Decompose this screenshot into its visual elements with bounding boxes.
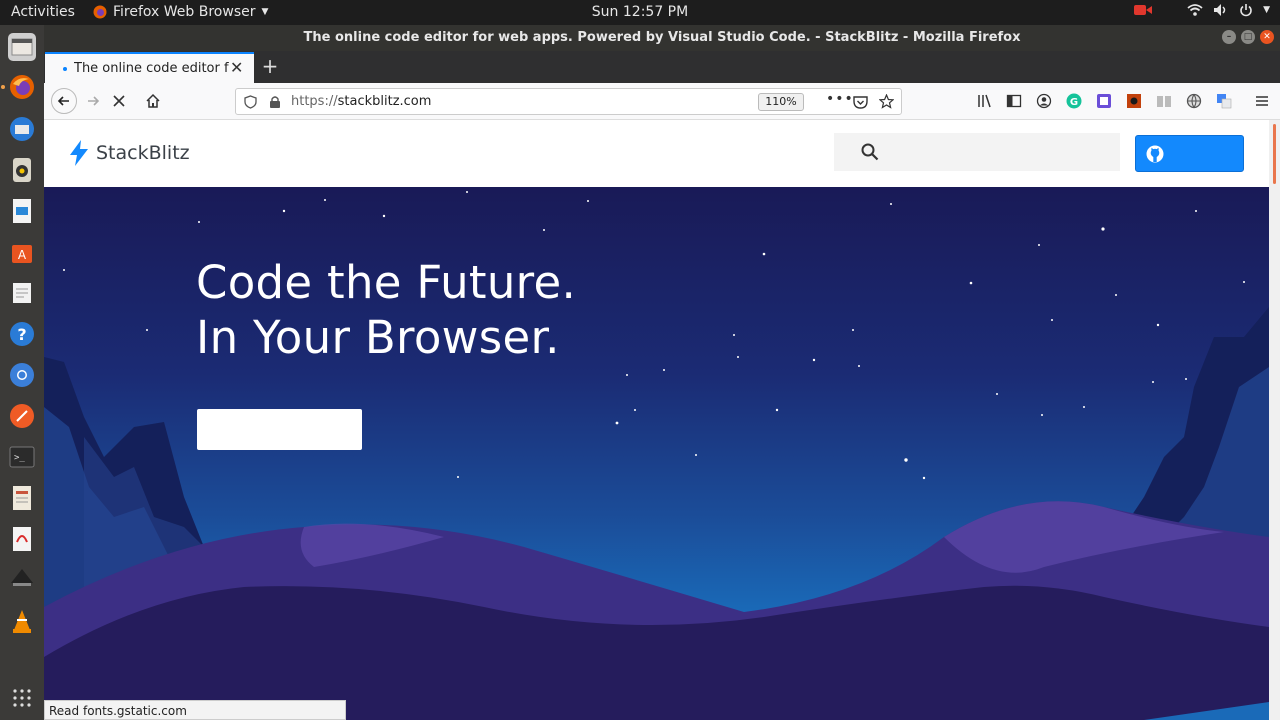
software-center-icon[interactable]: A [8,238,36,266]
url-bar[interactable]: https://stackblitz.com 110% ••• [235,88,902,115]
system-tray[interactable]: ▼ [1133,3,1270,17]
screen-record-icon [1134,5,1153,15]
lock-icon[interactable] [269,95,281,109]
back-button[interactable] [51,88,77,114]
files-icon[interactable] [8,33,36,61]
clock[interactable]: Sun 12:57 PM [592,4,688,20]
page-actions-icon[interactable]: ••• [826,91,854,107]
dock: A ? >_ [0,25,44,720]
maximize-button[interactable]: □ [1241,30,1255,44]
page-scrollbar[interactable] [1269,120,1280,720]
hero-headline: Code the Future. In Your Browser. [196,255,576,365]
github-signin-button[interactable] [1135,135,1244,172]
grammarly-icon[interactable]: G [1066,93,1082,109]
thunderbird-icon[interactable] [8,115,36,143]
power-icon [1240,4,1252,17]
help-icon[interactable]: ? [8,320,36,348]
firefox-icon [93,5,107,19]
inkscape-icon[interactable] [8,566,36,594]
headline-line-1: Code the Future. [196,256,577,309]
chevron-down-icon: ▼ [261,7,269,17]
window-title: The online code editor for web apps. Pow… [303,30,1021,45]
url-scheme: https:// [291,94,338,109]
pdf-editor-icon[interactable] [8,525,36,553]
writer-icon[interactable] [8,197,36,225]
hamburger-menu-icon[interactable] [1254,93,1270,109]
system-top-bar: Activities Firefox Web Browser ▼ Sun 12:… [0,0,1280,25]
firefox-dock-icon[interactable] [8,73,36,101]
text-editor-icon[interactable] [8,279,36,307]
scrollbar-thumb[interactable] [1273,124,1276,184]
chevron-down-icon: ▼ [1263,5,1270,15]
chromium-icon[interactable] [8,361,36,389]
library-icon[interactable] [976,93,992,109]
arrow-right-icon [88,96,100,106]
svg-text:>_: >_ [14,453,25,463]
loading-dot-icon [63,67,67,71]
status-bar: Read fonts.gstatic.com [44,700,346,720]
extension-orange-icon[interactable] [1126,93,1142,109]
stop-loading-button[interactable] [108,90,130,112]
shield-icon[interactable] [244,95,257,109]
tab-label: The online code editor fo [74,61,229,76]
arrow-left-icon [57,96,69,106]
window-titlebar[interactable]: The online code editor for web apps. Pow… [44,25,1280,51]
stop-icon [113,95,125,107]
show-applications-icon[interactable] [8,684,36,712]
zoom-level-button[interactable]: 110% [758,93,804,111]
url-host: stackblitz.com [337,94,432,109]
navigation-toolbar: https://stackblitz.com 110% ••• G [44,83,1280,120]
site-search-input[interactable] [834,133,1120,171]
headline-line-2: In Your Browser. [196,311,560,364]
volume-icon [1214,4,1226,16]
vlc-icon[interactable] [8,607,36,635]
url-text: https://stackblitz.com [291,94,431,109]
rhythmbox-icon[interactable] [8,156,36,184]
reader-extension-icon[interactable] [1156,93,1172,109]
search-icon [861,143,879,161]
brand-name: StackBlitz [96,142,190,164]
app-menu[interactable]: Firefox Web Browser ▼ [93,4,268,20]
site-header: StackBlitz [44,120,1269,187]
close-window-button[interactable]: ✕ [1260,30,1274,44]
sidebar-icon[interactable] [1006,93,1022,109]
hero-section: Code the Future. In Your Browser. [44,187,1269,720]
svg-text:G: G [1070,97,1078,108]
postman-icon[interactable] [8,402,36,430]
github-icon [1146,145,1164,163]
svg-text:?: ? [17,325,26,344]
document-viewer-icon[interactable] [8,484,36,512]
bookmark-star-icon[interactable] [879,94,894,109]
extension-puzzle-icon[interactable] [1096,93,1112,109]
lightning-bolt-icon [70,140,88,166]
wifi-icon [1187,4,1203,16]
minimize-button[interactable]: – [1222,30,1236,44]
home-icon [146,93,160,108]
terminal-icon[interactable]: >_ [8,443,36,471]
close-tab-icon[interactable]: ✕ [230,58,243,77]
stackblitz-logo[interactable]: StackBlitz [70,140,190,166]
tab-bar: The online code editor fo ✕ + [44,51,1280,83]
forward-button[interactable] [82,90,104,112]
new-tab-button[interactable]: + [258,54,282,78]
page-viewport: StackBlitz Code the Future. In Your Brow… [44,120,1269,720]
globe-extension-icon[interactable] [1186,93,1202,109]
get-started-button[interactable] [197,409,362,450]
svg-text:A: A [18,248,27,262]
tab-stackblitz[interactable]: The online code editor fo ✕ [45,52,254,83]
account-icon[interactable] [1036,93,1052,109]
home-button[interactable] [142,90,164,112]
activities-button[interactable]: Activities [11,4,75,20]
pocket-icon[interactable] [853,95,868,109]
translate-icon[interactable] [1216,93,1232,109]
app-menu-label: Firefox Web Browser [113,4,256,20]
